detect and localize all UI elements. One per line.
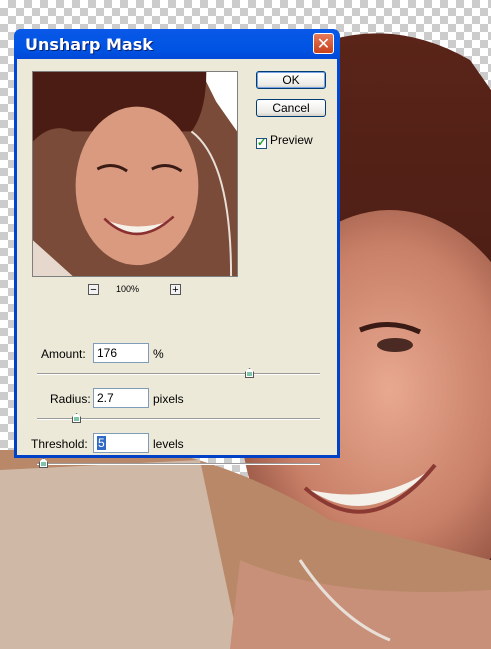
dialog-title: Unsharp Mask bbox=[25, 35, 153, 54]
zoom-in-button[interactable]: + bbox=[170, 284, 181, 296]
preview-thumbnail[interactable] bbox=[32, 71, 238, 277]
amount-unit: % bbox=[153, 347, 164, 361]
zoom-out-button[interactable]: − bbox=[88, 284, 99, 296]
preview-checkbox[interactable]: ✓ bbox=[256, 138, 267, 149]
threshold-value-selected: 5 bbox=[97, 436, 106, 450]
close-button[interactable]: ✕ bbox=[313, 33, 334, 54]
radius-label: Radius: bbox=[50, 392, 91, 406]
preview-image bbox=[33, 72, 237, 276]
dialog-client-area: − 100% + OK Cancel ✓ Preview Amount: 176 … bbox=[17, 59, 337, 468]
amount-slider-track[interactable] bbox=[37, 373, 320, 375]
zoom-percent: 100% bbox=[116, 284, 140, 294]
amount-slider-thumb[interactable] bbox=[245, 368, 254, 378]
zoom-out-icon: − bbox=[90, 284, 97, 296]
preview-label: Preview bbox=[270, 133, 313, 147]
threshold-unit: levels bbox=[153, 437, 184, 451]
close-icon: ✕ bbox=[316, 34, 331, 53]
radius-unit: pixels bbox=[153, 392, 184, 406]
amount-label: Amount: bbox=[41, 347, 86, 361]
unsharp-mask-dialog: Unsharp Mask ✕ − 100% + OK Cancel ✓ Prev… bbox=[14, 29, 340, 468]
preview-checkbox-row[interactable]: ✓ Preview bbox=[256, 133, 313, 149]
amount-input[interactable]: 176 bbox=[93, 343, 149, 363]
radius-slider-thumb[interactable] bbox=[72, 413, 81, 423]
cancel-button[interactable]: Cancel bbox=[256, 99, 326, 117]
ok-button[interactable]: OK bbox=[256, 71, 326, 89]
checkmark-icon: ✓ bbox=[257, 137, 267, 149]
radius-input[interactable]: 2.7 bbox=[93, 388, 149, 408]
zoom-in-icon: + bbox=[172, 284, 179, 296]
title-bar[interactable]: Unsharp Mask ✕ bbox=[17, 29, 337, 59]
threshold-input[interactable]: 5 bbox=[93, 433, 149, 453]
threshold-slider-track[interactable] bbox=[37, 463, 320, 465]
threshold-label: Threshold: bbox=[31, 437, 88, 451]
preview-zoom-controls: − 100% + bbox=[88, 284, 188, 298]
